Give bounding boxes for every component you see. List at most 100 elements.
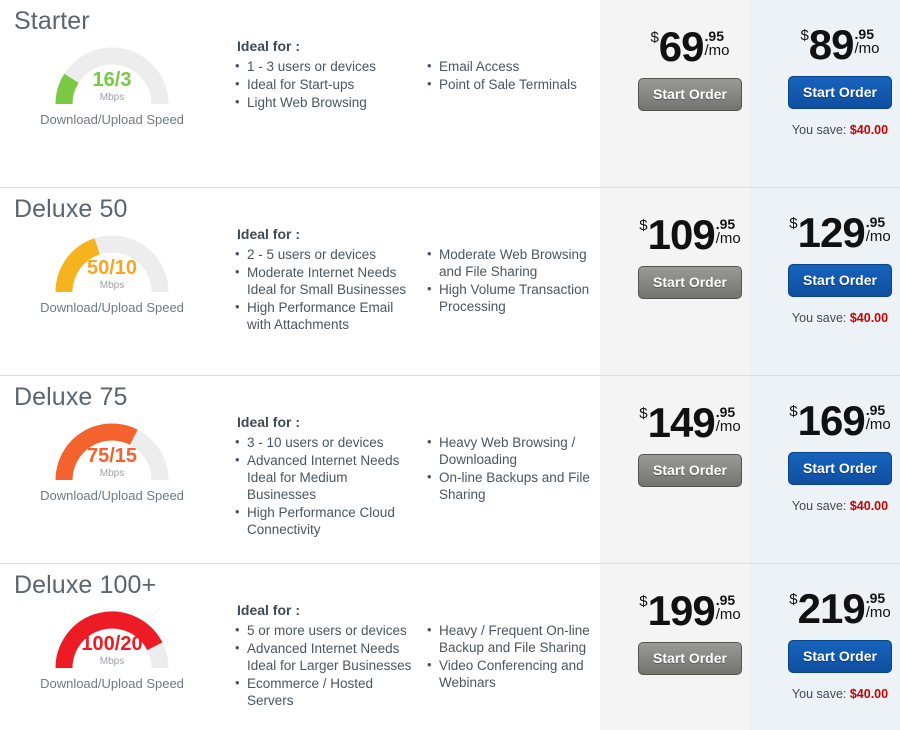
feature-item: 2 - 5 users or devices [235, 246, 413, 263]
standard-price-cell: $199.95/mo Start Order [615, 564, 765, 675]
price-period: /mo [716, 607, 741, 622]
promo-price-cell: $219.95/mo Start Order You save: $40.00 [765, 564, 900, 701]
gauge-caption: Download/Upload Speed [14, 300, 210, 315]
feature-item: Advanced Internet Needs Ideal for Medium… [235, 452, 413, 503]
feature-item: Heavy / Frequent On-line Backup and File… [427, 622, 605, 656]
currency-symbol: $ [789, 215, 797, 232]
start-order-button-promo[interactable]: Start Order [788, 640, 892, 673]
price-cents: .95 [716, 405, 741, 419]
standard-price-cell: $109.95/moStart Order [615, 188, 765, 299]
start-order-button-promo[interactable]: Start Order [788, 76, 892, 109]
price-cents: .95 [855, 27, 880, 41]
price-cents: .95 [866, 403, 891, 417]
gauge-wrapper: 100/20MbpsDownload/Upload Speed [14, 608, 210, 691]
gauge-wrapper: 16/3 Mbps Download/Upload Speed [14, 44, 210, 127]
features-list-left: 5 or more users or devicesAdvanced Inter… [235, 622, 413, 709]
price-fraction: .95/mo [716, 214, 741, 246]
price-amount: 199 [648, 587, 715, 634]
features-list-left: 2 - 5 users or devicesModerate Internet … [235, 246, 413, 333]
start-order-button-promo[interactable]: Start Order [788, 264, 892, 297]
feature-item: Moderate Web Browsing and File Sharing [427, 246, 605, 280]
price-cents: .95 [716, 593, 741, 607]
price: $219.95/mo [789, 588, 890, 630]
start-order-button-promo[interactable]: Start Order [788, 452, 892, 485]
features-columns: 5 or more users or devicesAdvanced Inter… [235, 622, 605, 710]
price: $199.95/mo [639, 590, 740, 632]
features-list-left: 1 - 3 users or devicesIdeal for Start-up… [235, 58, 413, 111]
feature-item: High Volume Transaction Processing [427, 281, 605, 315]
plan-title: Deluxe 50 [14, 194, 225, 224]
price-period: /mo [705, 43, 730, 58]
savings-note: You save: $40.00 [765, 499, 900, 513]
price-amount: 149 [648, 399, 715, 446]
feature-item: Email Access [427, 58, 605, 75]
feature-item: Heavy Web Browsing / Downloading [427, 434, 605, 468]
plan-row: Deluxe 75 75/15Mbps Download/Upload Speed I… [0, 376, 900, 564]
features-list-right: Heavy Web Browsing / DownloadingOn-line … [427, 434, 605, 503]
start-order-button-standard[interactable]: Start Order [638, 78, 742, 111]
features-cell: Ideal for :2 - 5 users or devicesModerat… [225, 188, 615, 334]
plan-title: Deluxe 75 [14, 382, 225, 412]
savings-amount: $40.00 [850, 123, 888, 137]
promo-price-cell: $169.95/mo Start Order You save: $40.00 [765, 376, 900, 513]
features-heading: Ideal for : [235, 414, 605, 430]
gauge-unit-label: Mbps [48, 657, 176, 667]
features-column-left: 1 - 3 users or devicesIdeal for Start-up… [235, 58, 413, 112]
gauge-caption: Download/Upload Speed [14, 112, 210, 127]
savings-note: You save: $40.00 [765, 123, 900, 137]
price-amount: 89 [809, 21, 854, 68]
price: $89.95/mo [800, 24, 879, 66]
features-list-right: Email AccessPoint of Sale Terminals [427, 58, 605, 93]
promo-price-cell: $129.95/moStart OrderYou save: $40.00 [765, 188, 900, 325]
savings-amount: $40.00 [850, 499, 888, 513]
price-fraction: .95/mo [866, 400, 891, 432]
gauge-unit-label: Mbps [48, 93, 176, 103]
start-order-button-standard[interactable]: Start Order [638, 454, 742, 487]
feature-item: High Performance Cloud Connectivity [235, 504, 413, 538]
features-heading: Ideal for : [235, 38, 605, 54]
price: $69.95/mo [650, 26, 729, 68]
feature-item: Video Conferencing and Webinars [427, 657, 605, 691]
features-heading: Ideal for : [235, 226, 605, 242]
price-period: /mo [855, 41, 880, 56]
price-period: /mo [716, 419, 741, 434]
price-period: /mo [716, 231, 741, 246]
start-order-button-standard[interactable]: Start Order [638, 266, 742, 299]
plan-row: Starter16/3MbpsDownload/Upload SpeedIdea… [0, 0, 900, 188]
gauge-speed-value: 75/15 [48, 446, 176, 466]
feature-item: High Performance Email with Attachments [235, 299, 413, 333]
gauge-labels: 16/3 Mbps [48, 70, 176, 103]
plan-cell: Deluxe 5050/10MbpsDownload/Upload Speed [0, 188, 225, 315]
plan-cell: Deluxe 100+100/20MbpsDownload/Upload Spe… [0, 564, 225, 691]
gauge-speed-value: 50/10 [48, 258, 176, 278]
gauge-speed-value: 16/3 [48, 70, 176, 90]
price-cents: .95 [866, 215, 891, 229]
price-fraction: .95/mo [705, 26, 730, 58]
savings-prefix: You save: [792, 123, 850, 137]
price-amount: 219 [798, 585, 865, 632]
currency-symbol: $ [650, 29, 658, 46]
feature-item: Ideal for Start-ups [235, 76, 413, 93]
plan-row: Deluxe 5050/10MbpsDownload/Upload SpeedI… [0, 188, 900, 376]
features-column-right: Email AccessPoint of Sale Terminals [427, 58, 605, 112]
price: $169.95/mo [789, 400, 890, 442]
gauge-labels: 75/15Mbps [48, 446, 176, 479]
start-order-button-standard[interactable]: Start Order [638, 642, 742, 675]
plan-row: Deluxe 100+100/20MbpsDownload/Upload Spe… [0, 564, 900, 730]
currency-symbol: $ [789, 403, 797, 420]
promo-price-cell: $89.95/mo Start Order You save: $40.00 [765, 0, 900, 137]
features-column-right: Heavy / Frequent On-line Backup and File… [427, 622, 605, 710]
plan-rows-container: Starter16/3MbpsDownload/Upload SpeedIdea… [0, 0, 900, 730]
gauge-wrapper: 75/15Mbps Download/Upload Speed [14, 420, 210, 503]
price-period: /mo [866, 417, 891, 432]
savings-note: You save: $40.00 [765, 687, 900, 701]
features-column-right: Moderate Web Browsing and File SharingHi… [427, 246, 605, 334]
features-column-left: 3 - 10 users or devicesAdvanced Internet… [235, 434, 413, 539]
currency-symbol: $ [639, 593, 647, 610]
gauge-caption: Download/Upload Speed [14, 488, 210, 503]
price-period: /mo [866, 605, 891, 620]
plan-cell: Starter16/3MbpsDownload/Upload Speed [0, 0, 225, 127]
feature-item: Ecommerce / Hosted Servers [235, 675, 413, 709]
price-cents: .95 [716, 217, 741, 231]
feature-item: Advanced Internet Needs Ideal for Larger… [235, 640, 413, 674]
